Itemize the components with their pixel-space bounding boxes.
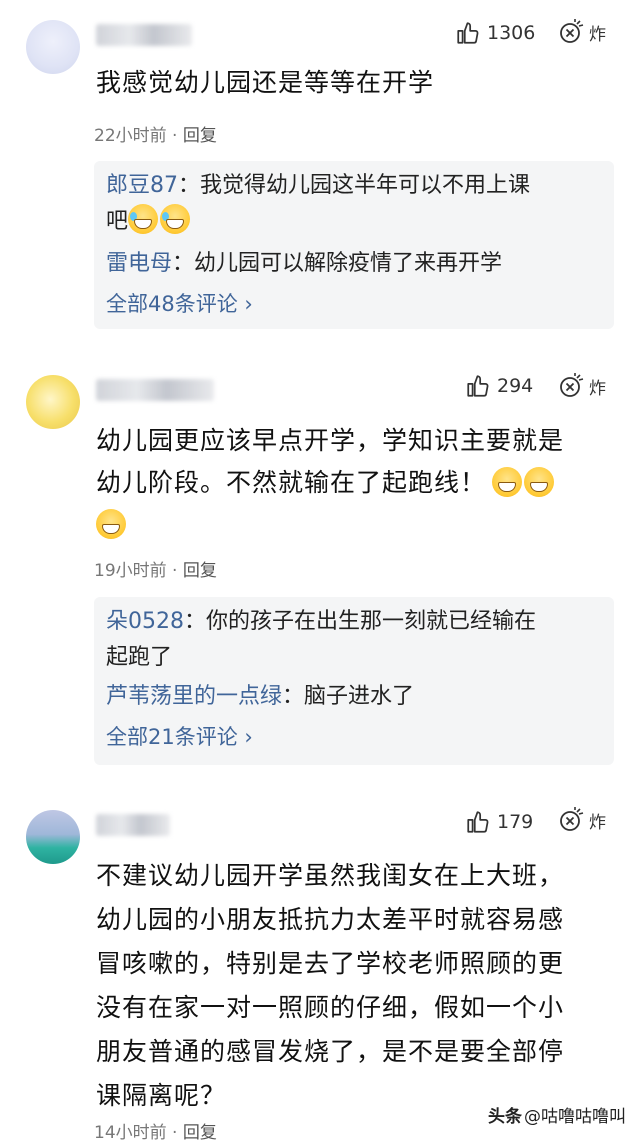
comment-text-line: 没有在家一对一照顾的仔细，假如一个小 [96, 993, 565, 1022]
grin-emoji [492, 467, 523, 497]
avatar[interactable] [26, 810, 80, 864]
burst-button[interactable]: 炸 [557, 372, 606, 400]
view-all-replies-link[interactable]: 全部48条评论 › [106, 288, 253, 318]
reply-author[interactable]: 郎豆87 [106, 173, 178, 198]
reply-author[interactable]: 朵0528 [106, 609, 184, 634]
reply-content: 我觉得幼儿园这半年可以不用上课 [200, 173, 531, 198]
watermark: 头条 @咕噜咕噜叫 [488, 1102, 626, 1127]
burst-label: 炸 [589, 812, 606, 833]
like-count: 294 [497, 375, 534, 397]
comment-text-line: 幼儿园的小朋友抵抗力太差平时就容易感 [96, 905, 565, 934]
reply-content-cont: 起跑了 [106, 645, 173, 670]
comment-text-line: 幼儿园更应该早点开学，学知识主要就是 [96, 426, 565, 455]
comment-time: 19小时前 [94, 561, 167, 581]
thumbs-up-icon [457, 22, 479, 44]
comment-text-line: 朋友普通的感冒发烧了，是不是要全部停 [96, 1037, 565, 1066]
thumbs-up-icon [467, 811, 489, 833]
reply-preview[interactable]: 朵0528：你的孩子在出生那一刻就已经输在 起跑了 芦苇荡里的一点绿：脑子进水了… [94, 597, 614, 765]
comment-time: 14小时前 [94, 1123, 167, 1143]
reply-content-cont: 吧 [106, 209, 129, 234]
reply-item: 朵0528：你的孩子在出生那一刻就已经输在 [106, 609, 537, 634]
reply-author[interactable]: 雷电母 [106, 251, 172, 276]
reply-item: 郎豆87：我觉得幼儿园这半年可以不用上课 [106, 173, 531, 198]
reply-item: 芦苇荡里的一点绿：脑子进水了 [106, 684, 415, 709]
comment-meta: 22小时前 · 回复 [94, 126, 217, 146]
burst-label: 炸 [589, 378, 606, 399]
comment-time: 22小时前 [94, 126, 167, 146]
reply-preview[interactable]: 郎豆87：我觉得幼儿园这半年可以不用上课 吧 雷电母：幼儿园可以解除疫情了来再开… [94, 161, 614, 329]
watermark-brand: 头条 [488, 1107, 522, 1127]
comment-text-line: 不建议幼儿园开学虽然我闺女在上大班， [96, 861, 565, 890]
reply-content: 你的孩子在出生那一刻就已经输在 [206, 609, 537, 634]
comment-meta: 14小时前 · 回复 [94, 1123, 217, 1143]
username-blurred[interactable] [96, 379, 214, 401]
like-count: 179 [497, 811, 534, 833]
avatar[interactable] [26, 20, 80, 74]
burst-button[interactable]: 炸 [557, 806, 606, 834]
username-blurred[interactable] [96, 814, 170, 836]
burst-icon [560, 19, 584, 43]
comment-text: 不建议幼儿园开学虽然我闺女在上大班， 幼儿园的小朋友抵抗力太差平时就容易感 冒咳… [96, 854, 610, 1118]
reply-button[interactable]: 回复 [183, 126, 217, 146]
thumbs-up-icon [467, 375, 489, 397]
reply-button[interactable]: 回复 [183, 561, 217, 581]
username-blurred[interactable] [96, 24, 192, 46]
reply-button[interactable]: 回复 [183, 1123, 217, 1143]
reply-content: 幼儿园可以解除疫情了来再开学 [194, 251, 503, 276]
comment-text: 幼儿园更应该早点开学，学知识主要就是 幼儿阶段。不然就输在了起跑线！ [96, 420, 610, 546]
burst-label: 炸 [589, 24, 606, 45]
reply-content: 脑子进水了 [304, 684, 415, 709]
like-count: 1306 [487, 22, 536, 44]
comment-meta: 19小时前 · 回复 [94, 561, 217, 581]
view-all-replies-link[interactable]: 全部21条评论 › [106, 721, 253, 751]
reply-item-cont: 起跑了 [106, 640, 600, 676]
burst-icon [560, 373, 584, 397]
reply-author[interactable]: 芦苇荡里的一点绿 [106, 684, 282, 709]
laugh-cry-emoji [128, 204, 159, 234]
like-button[interactable]: 179 [465, 808, 533, 836]
burst-button[interactable]: 炸 [557, 18, 606, 46]
grin-emoji [524, 467, 555, 497]
grin-emoji [96, 509, 126, 539]
reply-item: 雷电母：幼儿园可以解除疫情了来再开学 [106, 251, 503, 276]
comment-text-line: 冒咳嗽的，特别是去了学校老师照顾的更 [96, 949, 565, 978]
like-button[interactable]: 1306 [455, 19, 535, 47]
laugh-cry-emoji [160, 204, 191, 234]
comment-text-line: 幼儿阶段。不然就输在了起跑线！ [96, 462, 610, 504]
burst-icon [560, 807, 584, 831]
watermark-handle: @咕噜咕噜叫 [524, 1107, 626, 1127]
comment-text: 我感觉幼儿园还是等等在开学 [96, 68, 435, 97]
avatar[interactable] [26, 375, 80, 429]
reply-item-cont: 吧 [106, 204, 600, 240]
like-button[interactable]: 294 [465, 372, 533, 400]
